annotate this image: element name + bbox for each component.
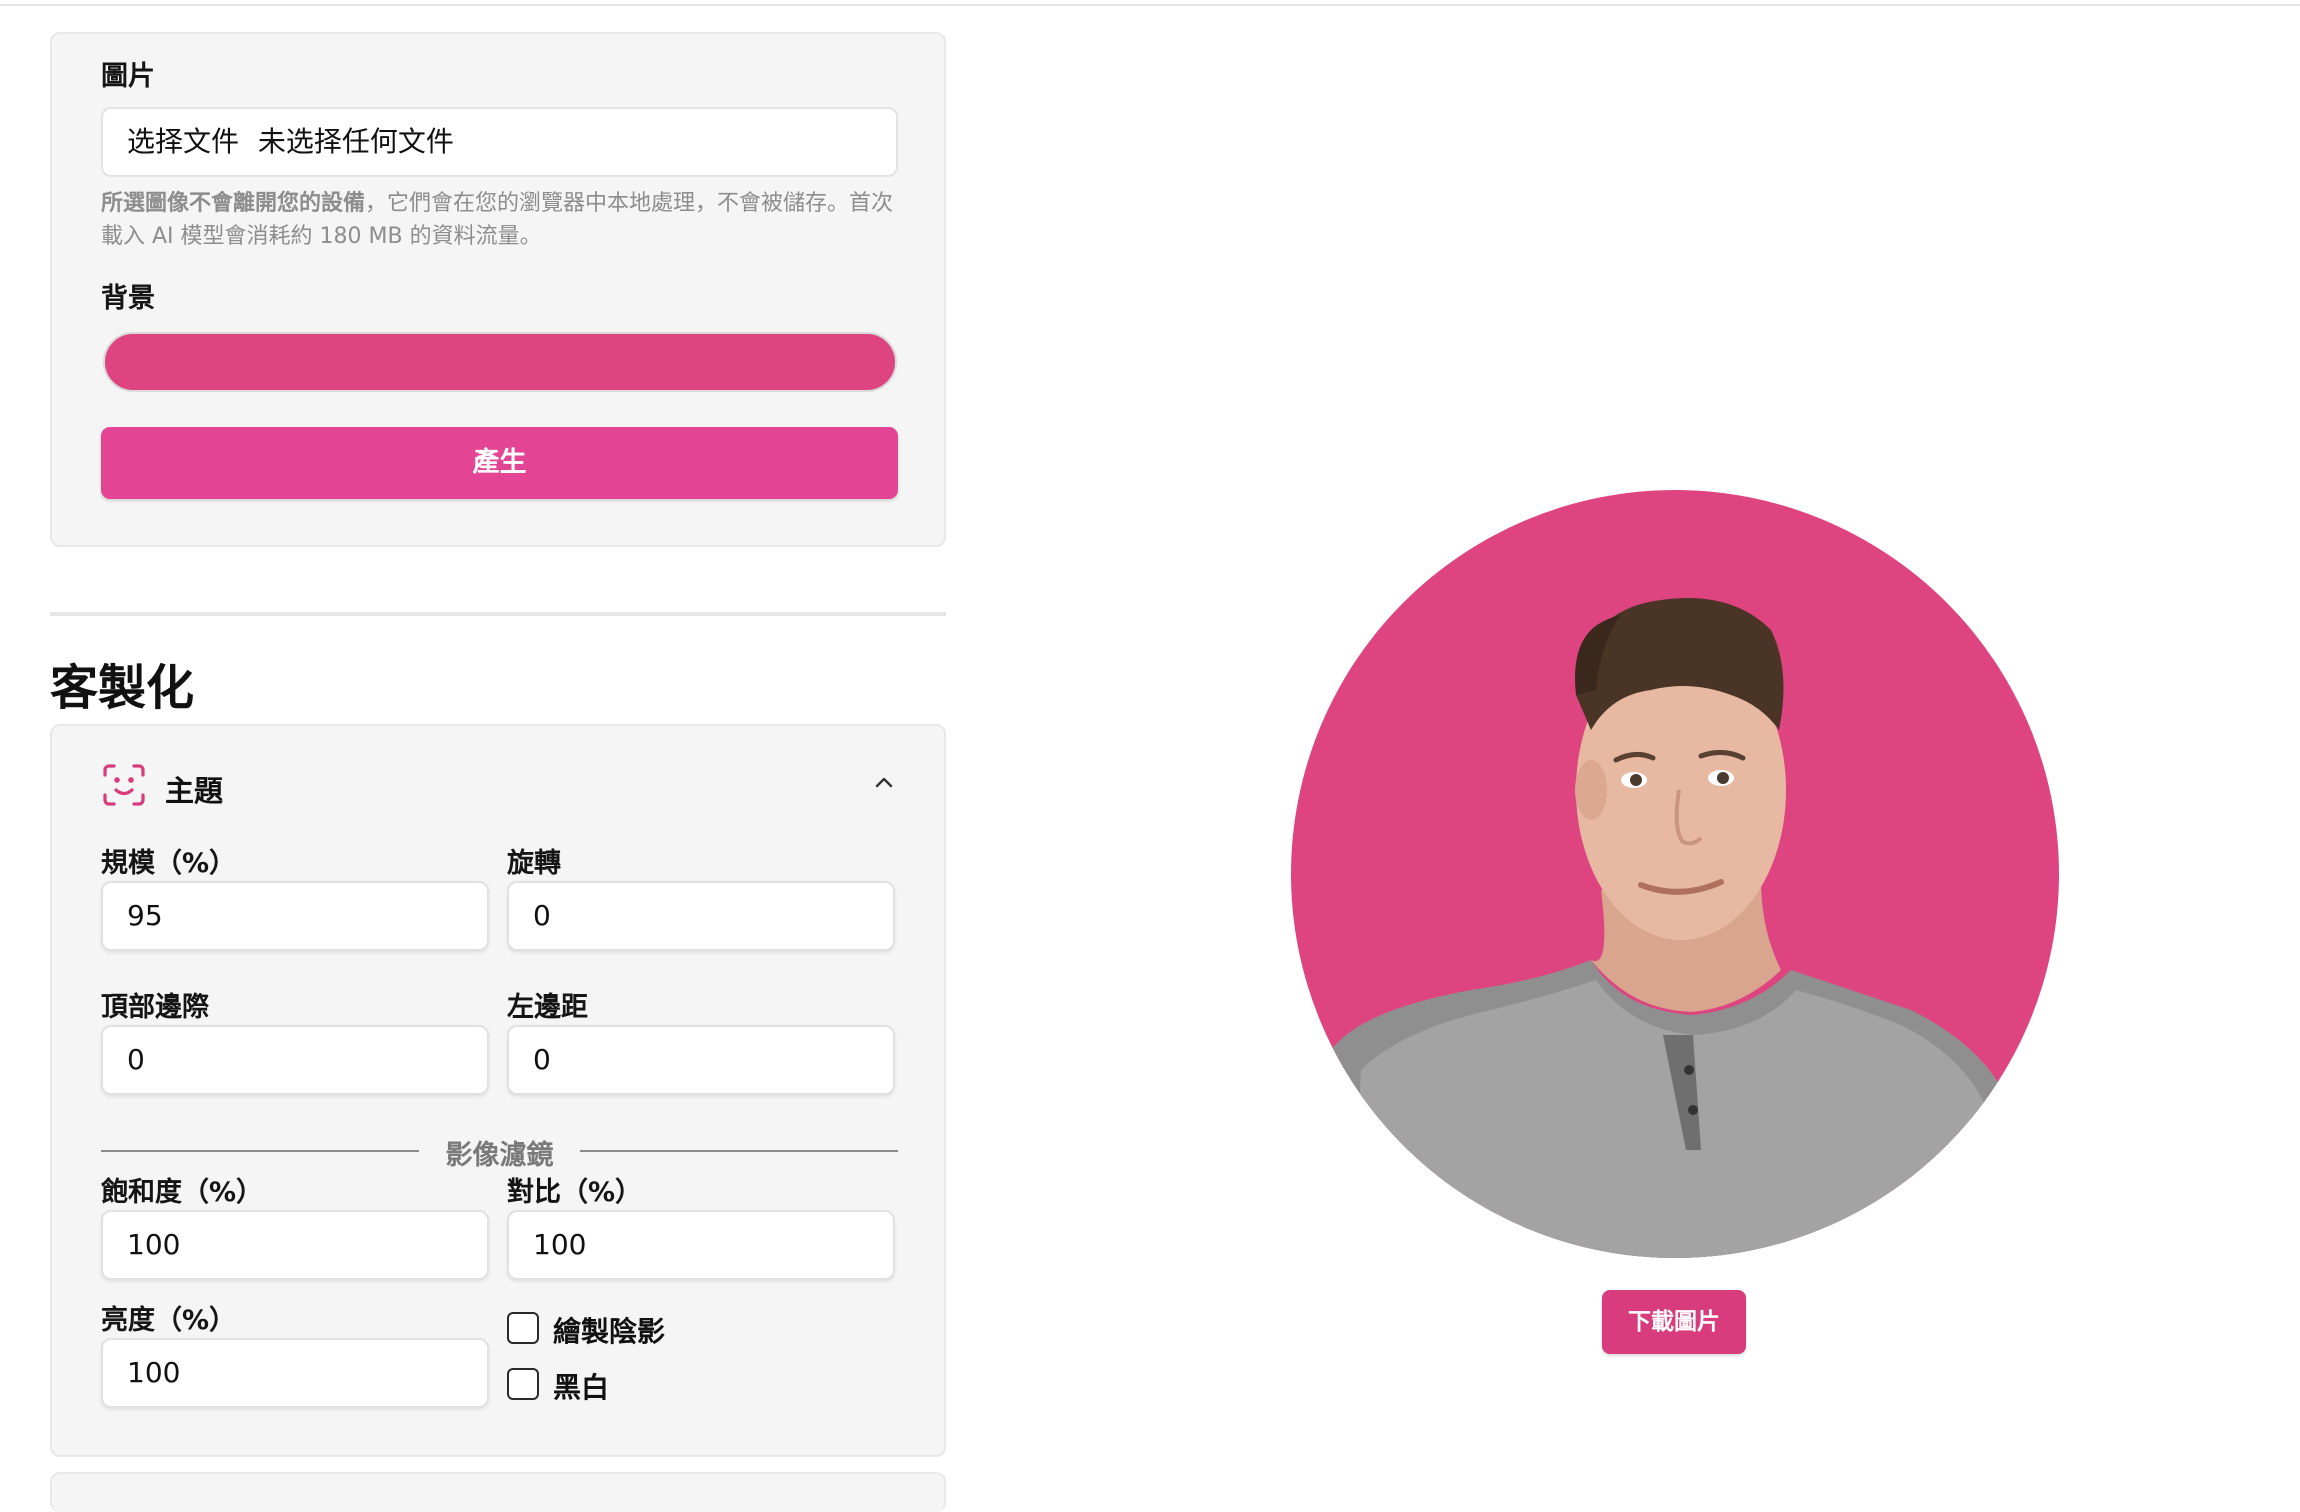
brightness-label: 亮度（%） bbox=[101, 1305, 237, 1336]
file-input[interactable]: 选择文件 未选择任何文件 bbox=[101, 107, 898, 177]
subject-accordion-header[interactable]: 主題 bbox=[101, 756, 901, 816]
saturation-label: 飽和度（%） bbox=[101, 1177, 264, 1208]
filters-separator: 影像濾鏡 bbox=[101, 1131, 898, 1171]
file-status: 未选择任何文件 bbox=[257, 125, 454, 158]
left-margin-input[interactable]: 0 bbox=[507, 1025, 895, 1095]
privacy-note: 所選圖像不會離開您的設備，它們會在您的瀏覽器中本地處理，不會被儲存。首次載入 A… bbox=[101, 187, 901, 253]
top-margin-label: 頂部邊際 bbox=[101, 992, 209, 1023]
scale-label: 規模（%） bbox=[101, 848, 237, 879]
section-divider bbox=[50, 612, 946, 616]
brightness-input[interactable]: 100 bbox=[101, 1338, 489, 1408]
left-margin-label: 左邊距 bbox=[507, 992, 588, 1023]
subject-accordion: 主題 規模（%） 95 旋轉 0 頂部邊際 0 左邊距 0 影像濾鏡 飽和度（%… bbox=[50, 724, 946, 1457]
separator-line-right bbox=[580, 1150, 898, 1152]
next-accordion[interactable] bbox=[50, 1472, 946, 1512]
saturation-input[interactable]: 100 bbox=[101, 1210, 489, 1280]
rotate-label: 旋轉 bbox=[507, 848, 561, 879]
background-label: 背景 bbox=[101, 283, 155, 314]
background-color-picker[interactable] bbox=[103, 332, 897, 392]
top-border bbox=[0, 0, 2300, 6]
avatar-preview bbox=[1291, 490, 2059, 1258]
privacy-note-bold: 所選圖像不會離開您的設備 bbox=[101, 191, 366, 216]
chevron-up-icon[interactable] bbox=[869, 768, 899, 798]
image-label: 圖片 bbox=[101, 61, 155, 92]
person-photo bbox=[1331, 598, 2019, 1258]
upload-card: 圖片 选择文件 未选择任何文件 所選圖像不會離開您的設備，它們會在您的瀏覽器中本… bbox=[50, 32, 946, 547]
scale-input[interactable]: 95 bbox=[101, 881, 489, 951]
customize-title: 客製化 bbox=[50, 660, 195, 716]
black-white-label: 黑白 bbox=[553, 1371, 610, 1404]
shadow-checkbox[interactable] bbox=[507, 1312, 539, 1344]
subject-title: 主題 bbox=[165, 774, 224, 808]
rotate-input[interactable]: 0 bbox=[507, 881, 895, 951]
shadow-label: 繪製陰影 bbox=[553, 1315, 666, 1348]
black-white-checkbox[interactable] bbox=[507, 1368, 539, 1400]
choose-file-button[interactable]: 选择文件 bbox=[127, 125, 239, 158]
download-button[interactable]: 下載圖片 bbox=[1602, 1290, 1746, 1354]
contrast-input[interactable]: 100 bbox=[507, 1210, 895, 1280]
face-scan-icon bbox=[103, 764, 145, 806]
top-margin-input[interactable]: 0 bbox=[101, 1025, 489, 1095]
generate-button[interactable]: 產生 bbox=[101, 427, 898, 499]
filters-label: 影像濾鏡 bbox=[445, 1140, 554, 1171]
contrast-label: 對比（%） bbox=[507, 1177, 643, 1208]
